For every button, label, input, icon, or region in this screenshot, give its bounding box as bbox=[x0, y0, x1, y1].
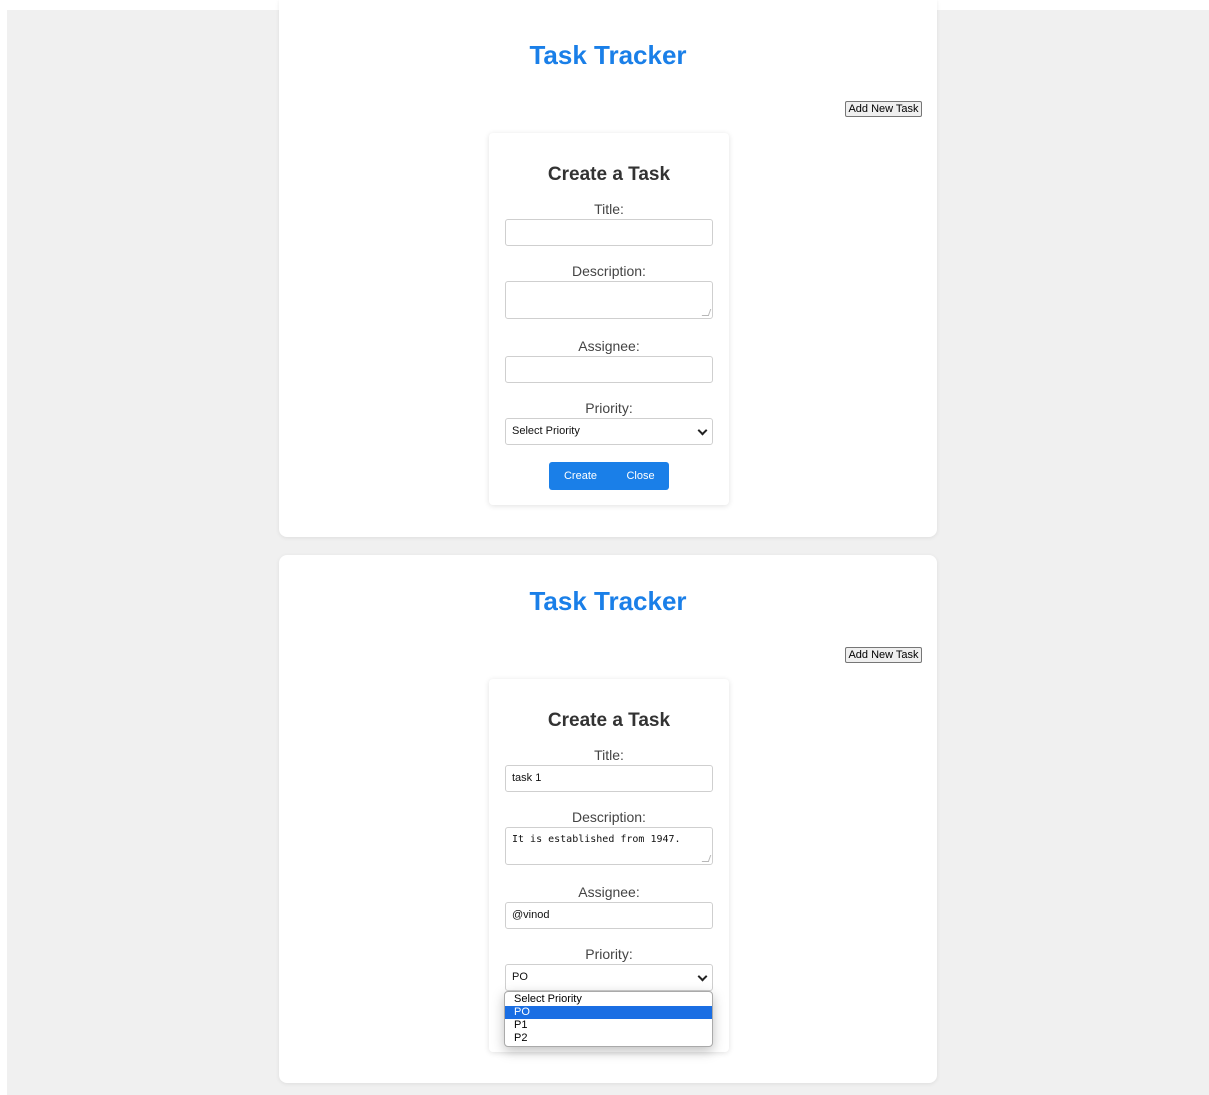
add-new-task-button[interactable]: Add New Task bbox=[845, 647, 922, 663]
priority-option-highlighted[interactable]: PO bbox=[505, 1006, 712, 1019]
title-label: Title: bbox=[594, 747, 624, 763]
priority-select[interactable]: PO bbox=[505, 964, 713, 991]
chevron-down-icon bbox=[697, 425, 708, 436]
create-task-form: Create a Task Title: Description: Assign… bbox=[489, 133, 729, 505]
priority-selected-value: PO bbox=[512, 971, 528, 983]
priority-label: Priority: bbox=[585, 400, 633, 416]
description-textarea[interactable] bbox=[505, 281, 713, 319]
priority-dropdown-list: Select Priority PO P1 P2 bbox=[504, 991, 713, 1047]
task-tracker-panel-1: Task Tracker Add New Task Create a Task … bbox=[279, 0, 937, 537]
priority-option[interactable]: P2 bbox=[505, 1032, 712, 1045]
assignee-label: Assignee: bbox=[578, 338, 640, 354]
priority-option[interactable]: Select Priority bbox=[505, 993, 712, 1006]
assignee-input[interactable]: @vinod bbox=[505, 902, 713, 929]
form-heading: Create a Task bbox=[547, 710, 671, 731]
title-input[interactable]: task 1 bbox=[505, 765, 713, 792]
chevron-down-icon bbox=[697, 971, 708, 982]
title-input[interactable] bbox=[505, 219, 713, 246]
create-button[interactable]: Create bbox=[549, 462, 612, 490]
priority-selected-value: Select Priority bbox=[512, 425, 580, 437]
priority-option[interactable]: P1 bbox=[505, 1019, 712, 1032]
resize-grip-icon[interactable] bbox=[701, 309, 712, 316]
description-textarea[interactable]: It is established from 1947. bbox=[505, 827, 713, 865]
assignee-input[interactable] bbox=[505, 356, 713, 383]
description-text: It is established from 1947. bbox=[512, 834, 681, 845]
assignee-label: Assignee: bbox=[578, 884, 640, 900]
description-label: Description: bbox=[572, 263, 646, 279]
app-title: Task Tracker bbox=[529, 586, 687, 616]
task-tracker-panel-2: Task Tracker Add New Task Create a Task … bbox=[279, 555, 937, 1083]
resize-grip-icon[interactable] bbox=[701, 855, 712, 862]
app-title: Task Tracker bbox=[529, 40, 687, 70]
form-heading: Create a Task bbox=[547, 164, 671, 185]
close-button[interactable]: Close bbox=[612, 462, 669, 490]
priority-select[interactable]: Select Priority bbox=[505, 418, 713, 445]
description-label: Description: bbox=[572, 809, 646, 825]
title-label: Title: bbox=[594, 201, 624, 217]
priority-label: Priority: bbox=[585, 946, 633, 962]
add-new-task-button[interactable]: Add New Task bbox=[845, 101, 922, 117]
